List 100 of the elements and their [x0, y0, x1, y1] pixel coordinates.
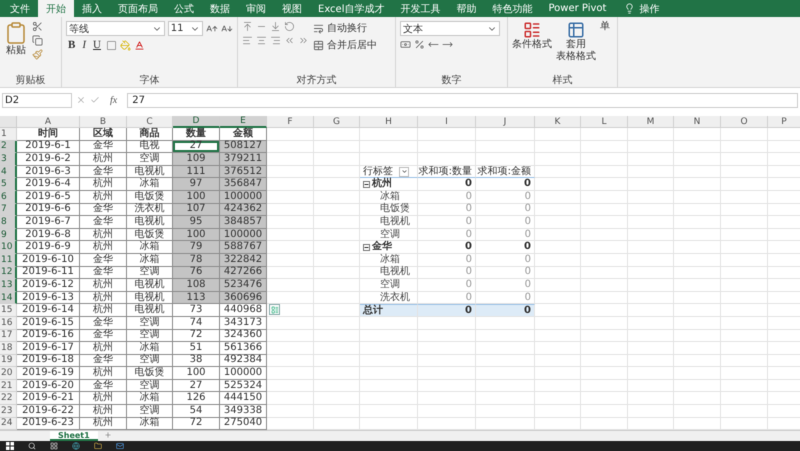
empty-cell[interactable] — [535, 316, 581, 330]
empty-cell[interactable] — [360, 330, 418, 342]
empty-cell[interactable] — [360, 380, 418, 392]
empty-cell[interactable] — [628, 392, 674, 406]
empty-cell[interactable] — [674, 292, 721, 304]
empty-cell[interactable] — [628, 166, 674, 178]
tell-me-search[interactable]: 操作 — [639, 2, 660, 16]
empty-cell[interactable] — [674, 354, 721, 368]
empty-cell[interactable] — [360, 354, 418, 368]
empty-cell[interactable] — [581, 216, 628, 229]
mail-icon[interactable] — [116, 442, 124, 450]
row-header[interactable]: 22 — [0, 392, 17, 406]
font-style-button[interactable]: U — [91, 39, 103, 51]
column-header[interactable]: K — [535, 116, 581, 128]
empty-cell[interactable] — [628, 204, 674, 216]
font-name-dropdown[interactable]: 等线 — [66, 21, 165, 36]
empty-cell[interactable] — [628, 153, 674, 166]
merge-center-button[interactable]: 合并后居中 — [313, 38, 377, 52]
empty-cell[interactable] — [360, 367, 418, 380]
empty-cell[interactable] — [418, 140, 476, 154]
empty-cell[interactable] — [535, 380, 581, 392]
empty-cell[interactable] — [721, 316, 768, 330]
row-header[interactable]: 2 — [0, 140, 17, 154]
currency-icon[interactable] — [400, 39, 411, 50]
empty-cell[interactable] — [674, 279, 721, 292]
select-all-corner[interactable] — [0, 116, 17, 128]
sheet-tab[interactable]: Sheet1 — [50, 431, 98, 442]
name-box[interactable]: D2 — [2, 92, 72, 108]
row-header[interactable]: 11 — [0, 254, 17, 267]
row-header[interactable]: 18 — [0, 342, 17, 355]
paste-button[interactable]: 粘贴 — [4, 21, 28, 74]
empty-cell[interactable] — [535, 392, 581, 406]
empty-cell[interactable] — [314, 153, 360, 166]
empty-cell[interactable] — [314, 140, 360, 154]
ribbon-tab[interactable]: 文件 — [2, 0, 38, 17]
empty-cell[interactable] — [674, 342, 721, 355]
row-header[interactable]: 23 — [0, 405, 17, 418]
row-header[interactable]: 19 — [0, 354, 17, 368]
align-left-icon[interactable] — [242, 35, 253, 46]
ribbon-tab[interactable]: 特色功能 — [484, 0, 540, 17]
empty-cell[interactable] — [674, 405, 721, 418]
empty-cell[interactable] — [674, 392, 721, 406]
row-header[interactable]: 10 — [0, 241, 17, 254]
column-header[interactable]: G — [314, 116, 360, 128]
empty-cell[interactable] — [628, 140, 674, 154]
search-icon[interactable] — [28, 442, 36, 450]
empty-cell[interactable] — [674, 241, 721, 254]
row-header[interactable]: 16 — [0, 316, 17, 330]
empty-cell[interactable] — [418, 380, 476, 392]
font-color-icon[interactable] — [134, 40, 145, 50]
empty-cell[interactable] — [628, 292, 674, 304]
column-header[interactable]: O — [721, 116, 768, 128]
shrink-font-icon[interactable] — [221, 22, 234, 34]
column-header[interactable]: D — [173, 116, 220, 128]
empty-cell[interactable] — [581, 304, 628, 317]
row-header[interactable]: 12 — [0, 266, 17, 280]
empty-cell[interactable] — [418, 330, 476, 342]
column-header[interactable]: B — [80, 116, 127, 128]
grow-font-icon[interactable] — [206, 22, 218, 34]
empty-cell[interactable] — [721, 228, 768, 242]
column-header[interactable]: M — [628, 116, 674, 128]
empty-cell[interactable] — [628, 367, 674, 380]
ribbon-tab[interactable]: 公式 — [166, 0, 202, 17]
cancel-icon[interactable] — [76, 95, 86, 105]
empty-cell[interactable] — [418, 316, 476, 330]
empty-cell[interactable] — [581, 190, 628, 204]
empty-cell[interactable] — [674, 254, 721, 267]
empty-cell[interactable] — [721, 304, 768, 317]
empty-cell[interactable] — [581, 342, 628, 355]
column-header[interactable]: F — [267, 116, 314, 128]
empty-cell[interactable] — [535, 128, 581, 141]
quick-analysis-button[interactable] — [269, 304, 280, 316]
empty-cell[interactable] — [628, 316, 674, 330]
column-header[interactable]: A — [17, 116, 80, 128]
empty-cell[interactable] — [674, 367, 721, 380]
pivot-group-row[interactable]: 金华 — [360, 241, 418, 254]
align-bottom-icon[interactable] — [270, 21, 281, 32]
empty-cell[interactable] — [674, 204, 721, 216]
empty-cell[interactable] — [581, 354, 628, 368]
empty-cell[interactable] — [314, 354, 360, 368]
empty-cell[interactable] — [581, 367, 628, 380]
empty-cell[interactable] — [476, 330, 535, 342]
empty-cell[interactable] — [581, 204, 628, 216]
column-header[interactable]: C — [127, 116, 173, 128]
column-header[interactable]: P — [768, 116, 800, 128]
empty-cell[interactable] — [360, 405, 418, 418]
empty-cell[interactable] — [674, 216, 721, 229]
empty-cell[interactable] — [581, 166, 628, 178]
empty-cell[interactable] — [721, 166, 768, 178]
font-size-dropdown[interactable]: 11 — [168, 21, 204, 36]
empty-cell[interactable] — [628, 330, 674, 342]
empty-cell[interactable] — [314, 380, 360, 392]
row-header[interactable]: 21 — [0, 380, 17, 392]
empty-cell[interactable] — [476, 354, 535, 368]
empty-cell[interactable] — [674, 304, 721, 317]
orientation-icon[interactable] — [284, 21, 295, 32]
empty-cell[interactable] — [628, 304, 674, 317]
formula-input[interactable]: 27 — [127, 92, 798, 108]
empty-cell[interactable] — [360, 316, 418, 330]
empty-cell[interactable] — [721, 392, 768, 406]
